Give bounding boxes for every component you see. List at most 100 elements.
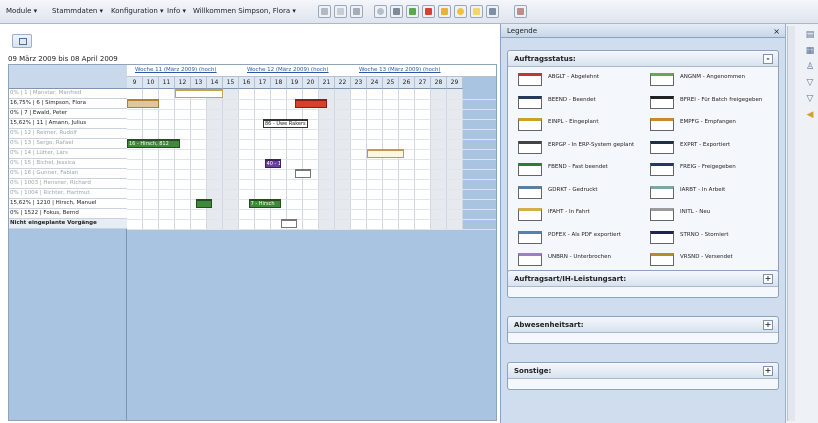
gantt-chart: 0% | 1 | Manstar, Manfred 16,75% | 6 | Si… xyxy=(8,64,497,421)
status-swatch xyxy=(650,163,674,176)
order-bar[interactable]: 86 - Uwe Rakers xyxy=(263,119,308,128)
section-title: Sonstige: xyxy=(514,367,552,375)
expand-button[interactable]: + xyxy=(763,366,773,376)
day-header: 15 xyxy=(223,77,239,89)
menu-module[interactable]: Module ▾ xyxy=(6,7,37,15)
week-link-11[interactable]: Woche 11 (März 2009) (hoch) xyxy=(135,65,217,76)
status-swatch xyxy=(518,208,542,221)
section-abwesenheitsart: Abwesenheitsart: + xyxy=(507,316,779,344)
calendar-icon[interactable] xyxy=(422,5,435,18)
vertical-scrollbar[interactable] xyxy=(787,26,795,421)
help-icon[interactable] xyxy=(454,5,467,18)
order-bar[interactable] xyxy=(195,199,212,208)
collapse-button[interactable]: - xyxy=(763,54,773,64)
resource-row[interactable]: 15,62% | 11 | Amann, Julius xyxy=(9,119,127,129)
settings-icon[interactable] xyxy=(486,5,499,18)
row-divider xyxy=(127,149,496,150)
filter-clear-icon[interactable]: ▽ xyxy=(804,94,816,105)
edit-icon[interactable] xyxy=(318,5,331,18)
order-bar[interactable] xyxy=(280,219,297,228)
legend-item: GDRKT - Gedruckt xyxy=(514,184,643,204)
grid-icon[interactable]: ▦ xyxy=(804,46,816,57)
filter-icon[interactable]: ▽ xyxy=(804,78,816,89)
expand-button[interactable]: + xyxy=(763,274,773,284)
legend-item: IFAHT - In Fahrt xyxy=(514,206,643,226)
section-title: Auftragsart/IH-Leistungsart: xyxy=(514,275,627,283)
section-sonstige-header[interactable]: Sonstige: + xyxy=(508,363,778,379)
timeline-grid: Woche 11 (März 2009) (hoch) Woche 12 (Mä… xyxy=(127,65,496,420)
menu-stammdaten[interactable]: Stammdaten ▾ xyxy=(52,7,103,15)
panel-toggle-icon[interactable]: ▤ xyxy=(804,30,816,41)
order-bar[interactable] xyxy=(295,169,311,178)
resource-row[interactable]: 0% | 15 | Bichel, Jessica xyxy=(9,159,127,169)
close-icon[interactable]: × xyxy=(773,25,780,39)
resource-row[interactable]: 16,75% | 6 | Simpson, Flora xyxy=(9,99,127,109)
section-auftragsstatus-header[interactable]: Auftragsstatus: - xyxy=(508,51,778,67)
person-icon[interactable]: ♙ xyxy=(804,62,816,73)
user-icon[interactable] xyxy=(514,5,527,18)
status-swatch xyxy=(518,140,542,154)
day-header: 21 xyxy=(319,77,335,89)
legend-label: PDFEX - Als PDF exportiert xyxy=(548,231,621,238)
legend-item: FREIG - Freigegeben xyxy=(646,161,775,181)
resource-row[interactable]: 0% | 16 | Gunner, Fabian xyxy=(9,169,127,179)
user-menu[interactable]: Willkommen Simpson, Flora ▾ xyxy=(193,7,296,15)
resource-row[interactable]: Nicht eingeplante Vorgänge xyxy=(9,219,127,229)
day-header: 23 xyxy=(351,77,367,89)
legend-item: EXPRT - Exportiert xyxy=(646,139,775,159)
expand-button[interactable]: + xyxy=(763,320,773,330)
legend-item: EMPFG - Empfangen xyxy=(646,116,775,136)
menu-bar: Module ▾ Stammdaten ▾ Konfiguration ▾ In… xyxy=(0,0,818,24)
order-bar[interactable] xyxy=(295,99,327,108)
day-header: 11 xyxy=(159,77,175,89)
order-bar[interactable]: 16 - Hirsch, 812 xyxy=(127,139,180,148)
row-divider xyxy=(127,189,496,190)
export-icon[interactable] xyxy=(438,5,451,18)
calendar-button[interactable] xyxy=(12,34,32,48)
resource-row[interactable]: 0% | 14 | Lütter, Lars xyxy=(9,149,127,159)
status-swatch xyxy=(518,230,542,244)
info-icon[interactable] xyxy=(470,5,483,18)
legend-label: EMPFG - Empfangen xyxy=(680,119,736,125)
resource-row[interactable]: 15,62% | 1210 | Hirsch, Manuel xyxy=(9,199,127,209)
day-header: 19 xyxy=(287,77,303,89)
section-abwesenheitsart-header[interactable]: Abwesenheitsart: + xyxy=(508,317,778,333)
filter-icon[interactable] xyxy=(406,5,419,18)
legend-label: INITL - Neu xyxy=(680,209,711,215)
section-auftragsart-header[interactable]: Auftragsart/IH-Leistungsart: + xyxy=(508,271,778,287)
legend-item: ABGLT - Abgelehnt xyxy=(514,71,643,91)
order-bar[interactable]: 7 - Hirsch xyxy=(248,199,281,208)
week-link-13[interactable]: Woche 13 (März 2009) (hoch) xyxy=(359,65,441,76)
legend-item: ERPGP - In ERP-System geplant xyxy=(514,139,643,159)
copy-icon[interactable] xyxy=(334,5,347,18)
legend-item: FBEND - Fast beendet xyxy=(514,161,643,181)
resource-row[interactable]: 0% | 1004 | Richter, Hartmut xyxy=(9,189,127,199)
week-link-12[interactable]: Woche 12 (März 2009) (hoch) xyxy=(247,65,329,76)
status-swatch xyxy=(650,140,674,154)
menu-info[interactable]: Info ▾ xyxy=(167,7,186,15)
day-header: 12 xyxy=(175,77,191,89)
status-swatch xyxy=(518,73,542,86)
order-bar[interactable] xyxy=(127,99,159,108)
paste-icon[interactable] xyxy=(350,5,363,18)
arrow-left-icon[interactable]: ◀ xyxy=(804,110,816,121)
day-header: 25 xyxy=(383,77,399,89)
resource-row[interactable]: 0% | 7 | Ewald, Peter xyxy=(9,109,127,119)
resource-row[interactable]: 0% | 1003 | Hensner, Richard xyxy=(9,179,127,189)
menu-konfiguration[interactable]: Konfiguration ▾ xyxy=(111,7,164,15)
status-swatch xyxy=(518,95,542,109)
refresh-icon[interactable] xyxy=(374,5,387,18)
order-bar[interactable]: 40 - 1 xyxy=(264,159,281,168)
print-icon[interactable] xyxy=(390,5,403,18)
legend-item: EINPL - Eingeplant xyxy=(514,116,643,136)
order-bar[interactable] xyxy=(367,149,404,158)
resource-row[interactable]: 0% | 1 | Manstar, Manfred xyxy=(9,89,127,99)
resource-row[interactable]: 0% | 1522 | Fokus, Bernd xyxy=(9,209,127,219)
resource-row[interactable]: 0% | 13 | Sergo, Rafael xyxy=(9,139,127,149)
order-bar[interactable] xyxy=(175,89,223,98)
row-divider xyxy=(127,219,496,220)
status-swatch xyxy=(518,118,542,131)
status-swatch xyxy=(518,253,542,266)
resource-row[interactable]: 0% | 12 | Reimer, Rudolf xyxy=(9,129,127,139)
resource-list: 0% | 1 | Manstar, Manfred 16,75% | 6 | Si… xyxy=(9,89,127,229)
